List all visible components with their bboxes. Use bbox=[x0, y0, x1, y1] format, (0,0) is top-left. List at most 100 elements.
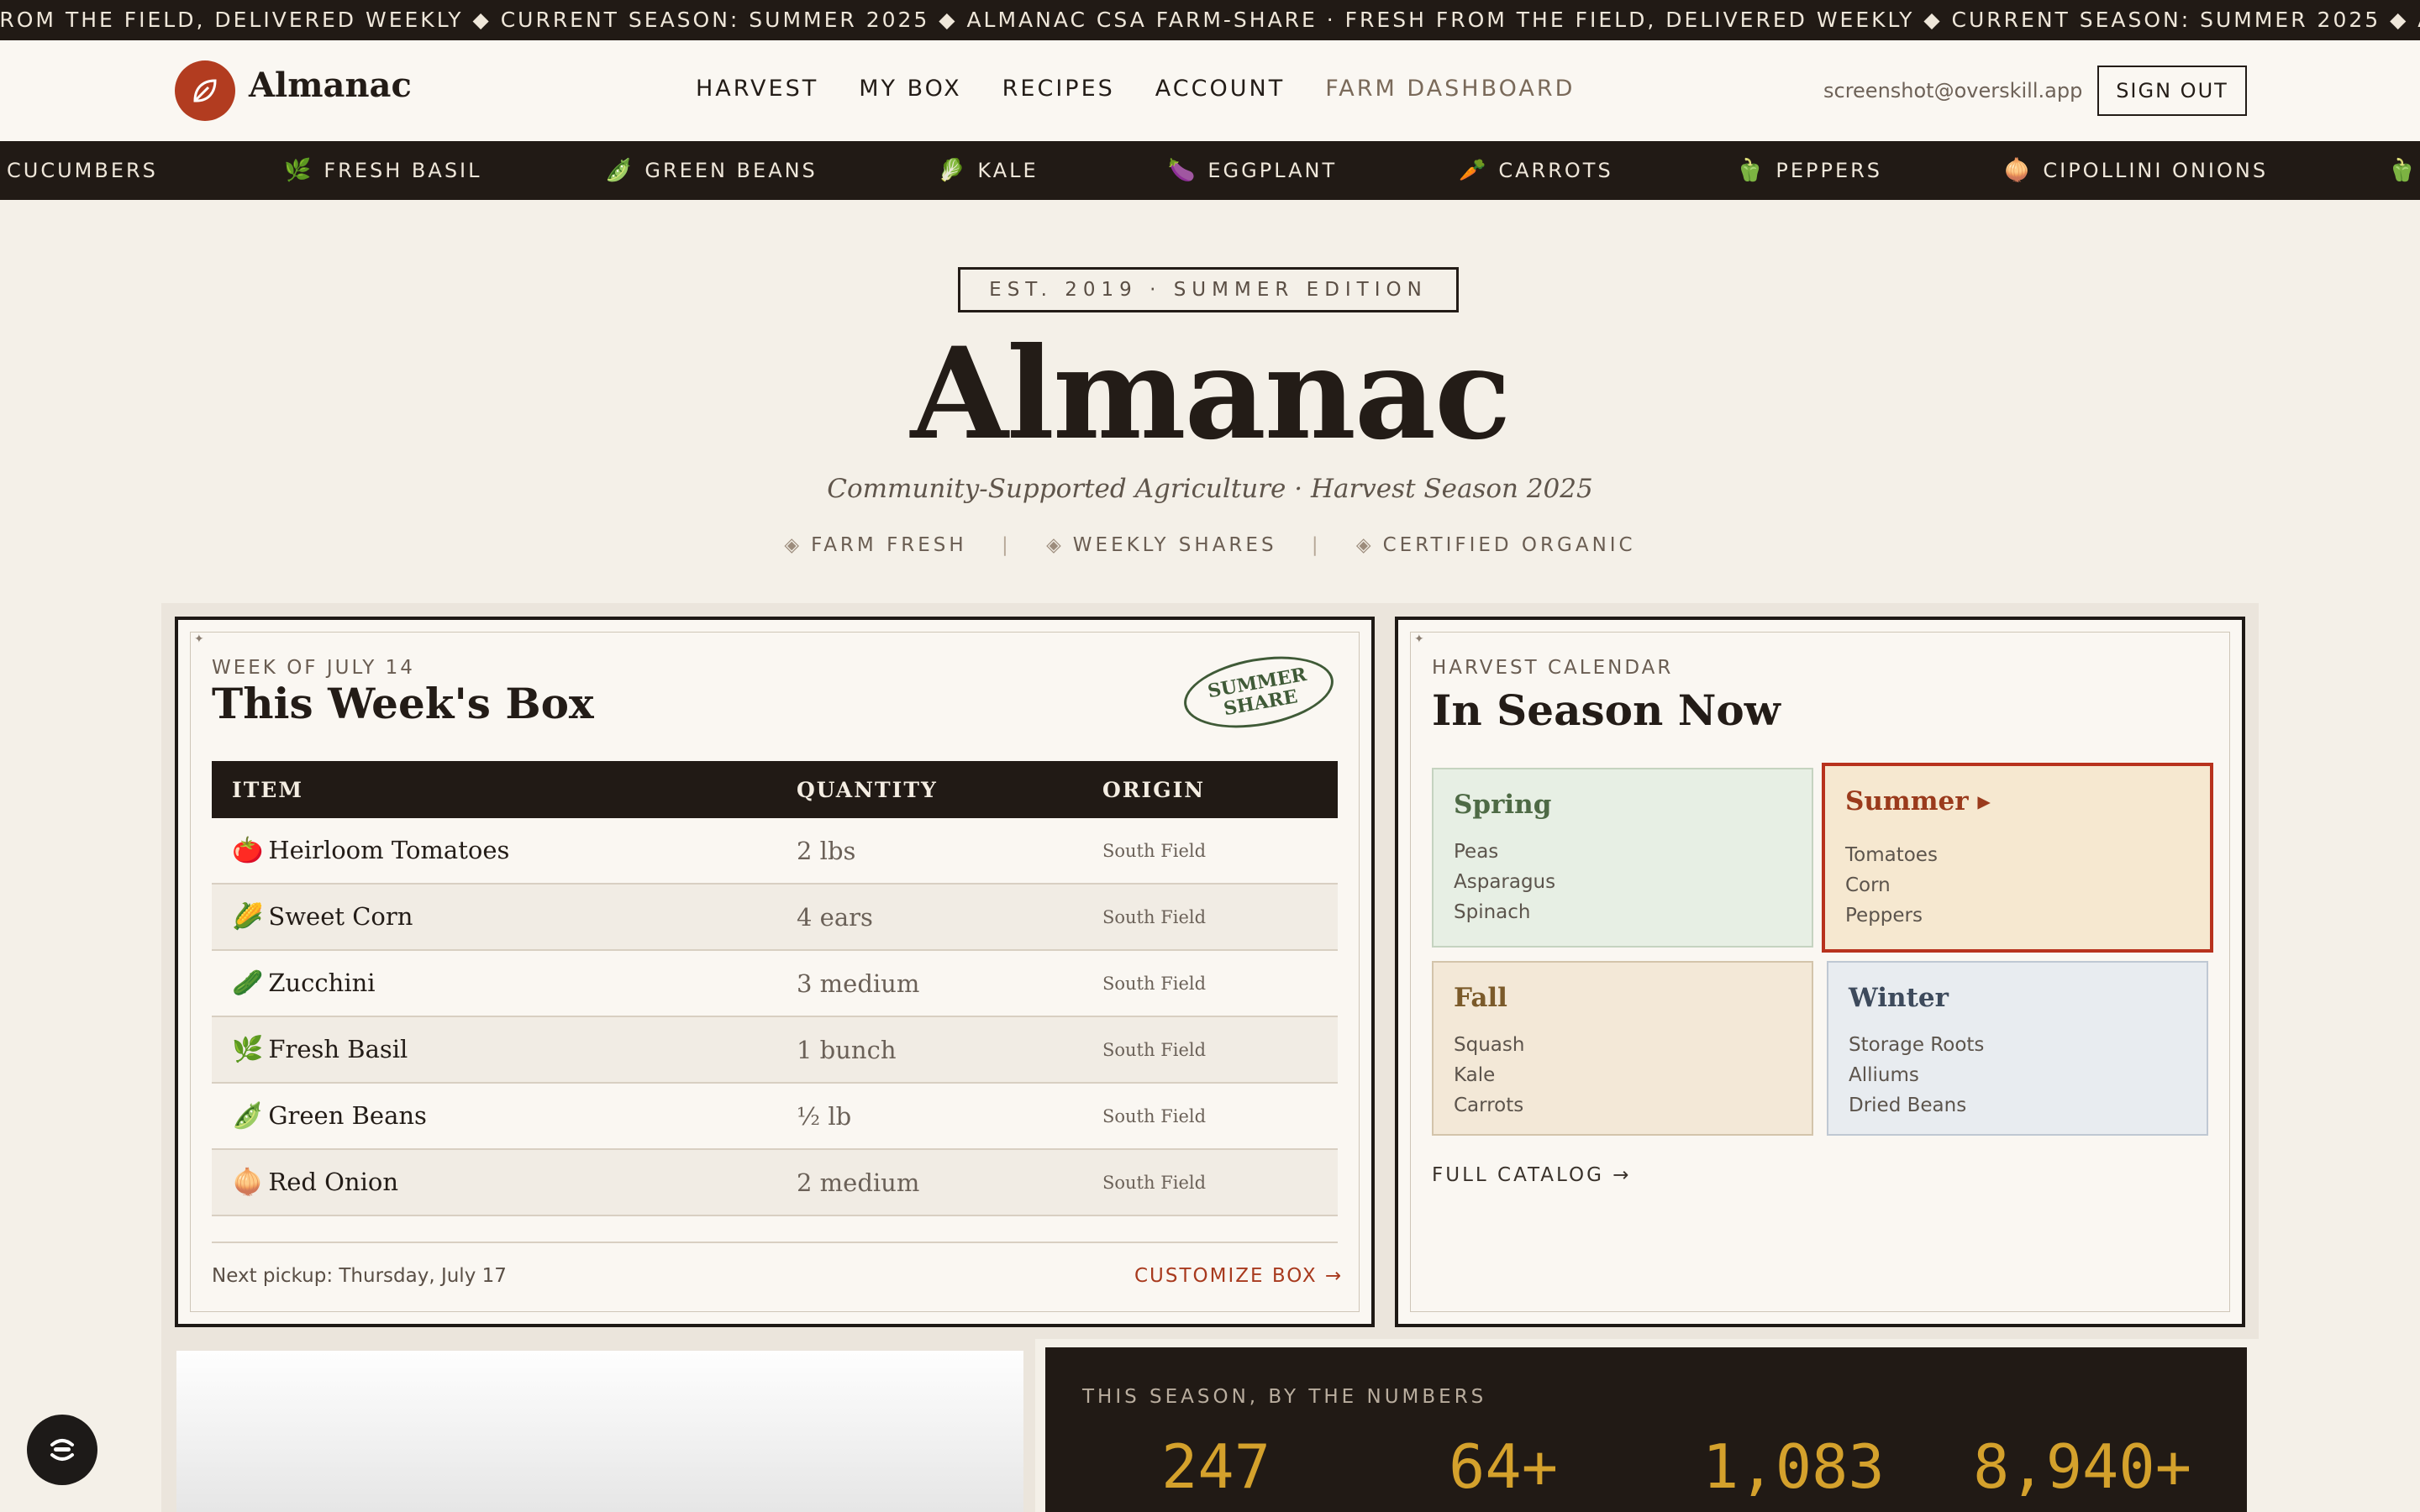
item-quantity: 4 ears bbox=[776, 884, 1082, 951]
onion-icon: 🧅 bbox=[232, 1168, 264, 1197]
season-item: Corn bbox=[1845, 874, 1891, 896]
table-row[interactable]: 🧅 Red Onion 2 medium South Field bbox=[212, 1149, 1338, 1216]
produce-label: CIPOLLINI ONIONS bbox=[2043, 159, 2269, 182]
item-name: Zucchini bbox=[268, 969, 376, 997]
main-nav: HARVEST MY BOX RECIPES ACCOUNT FARM DASH… bbox=[696, 76, 1615, 102]
leaf-logo-icon[interactable] bbox=[175, 60, 235, 121]
produce-ticker: CUCUMBERS 🌿 FRESH BASIL 🫛 GREEN BEANS 🥬 KAL… bbox=[0, 141, 2420, 200]
column-header-origin: ORIGIN bbox=[1082, 761, 1338, 818]
produce-item: 🫑 bbox=[2388, 141, 2420, 200]
produce-item: CUCUMBERS bbox=[7, 141, 158, 200]
season-item: Peas bbox=[1454, 841, 1499, 863]
item-origin: South Field bbox=[1082, 1016, 1338, 1084]
season-item: Alliums bbox=[1849, 1064, 1919, 1086]
corner-ornament-icon: ✦ bbox=[1414, 633, 1424, 646]
table-row[interactable]: 🌿 Fresh Basil 1 bunch South Field bbox=[212, 1016, 1338, 1084]
table-row[interactable]: 🫛 Green Beans ½ lb South Field bbox=[212, 1083, 1338, 1150]
onion-icon: 🧅 bbox=[2003, 158, 2033, 183]
help-chat-button[interactable] bbox=[27, 1415, 97, 1485]
season-item: Kale bbox=[1454, 1064, 1496, 1086]
season-name: Spring bbox=[1454, 790, 1552, 820]
sign-out-button[interactable]: SIGN OUT bbox=[2097, 66, 2247, 116]
feature-badges: ◈ FARM FRESH | ◈ WEEKLY SHARES | ◈ CERTIFIE… bbox=[0, 534, 2420, 556]
season-card-summer[interactable]: Summer ▸ Tomatoes Corn Peppers bbox=[1822, 763, 2213, 953]
item-origin: South Field bbox=[1082, 1083, 1338, 1150]
nav-recipes[interactable]: RECIPES bbox=[1002, 76, 1115, 102]
item-quantity: 2 lbs bbox=[776, 818, 1082, 885]
user-email: screenshot@overskill.app bbox=[1823, 79, 2083, 102]
produce-label: FRESH BASIL bbox=[324, 159, 482, 182]
column-header-item: ITEM bbox=[212, 761, 776, 818]
edition-badge: EST. 2019 · SUMMER EDITION bbox=[958, 267, 1459, 312]
produce-label: KALE bbox=[977, 159, 1039, 182]
season-item: Spinach bbox=[1454, 901, 1531, 923]
table-row[interactable]: 🥒 Zucchini 3 medium South Field bbox=[212, 950, 1338, 1017]
season-items: Squash Kale Carrots bbox=[1454, 1030, 1524, 1121]
season-name: Winter bbox=[1849, 983, 1949, 1013]
season-name: Summer ▸ bbox=[1845, 786, 1991, 816]
carrot-icon: 🥕 bbox=[1459, 158, 1489, 183]
box-items-table: ITEM QUANTITY ORIGIN 🍅 Heirloom Tomatoes … bbox=[212, 761, 1338, 1216]
item-name: Sweet Corn bbox=[268, 902, 413, 931]
farm-photo bbox=[176, 1351, 1023, 1512]
produce-item: 🫛 GREEN BEANS bbox=[605, 141, 818, 200]
season-item: Asparagus bbox=[1454, 871, 1556, 893]
calendar-title: In Season Now bbox=[1432, 685, 1781, 735]
item-name: Fresh Basil bbox=[268, 1035, 408, 1063]
box-week-label: WEEK OF JULY 14 bbox=[212, 657, 415, 679]
produce-label: EGGPLANT bbox=[1207, 159, 1338, 182]
brand-name[interactable]: Almanac bbox=[249, 66, 412, 105]
season-name: Fall bbox=[1454, 983, 1507, 1013]
full-catalog-link[interactable]: FULL CATALOG → bbox=[1432, 1164, 1632, 1186]
produce-item: 🥕 CARROTS bbox=[1459, 141, 1613, 200]
stat-value: 1,083 bbox=[1702, 1431, 1885, 1502]
badge-certified-organic: CERTIFIED ORGANIC bbox=[1382, 534, 1636, 556]
season-items: Storage Roots Alliums Dried Beans bbox=[1849, 1030, 1984, 1121]
stat-value: 64+ bbox=[1449, 1431, 1559, 1502]
season-item: Tomatoes bbox=[1845, 844, 1938, 866]
next-pickup-text: Next pickup: Thursday, July 17 bbox=[212, 1265, 507, 1287]
season-item: Storage Roots bbox=[1849, 1034, 1985, 1056]
season-card-fall[interactable]: Fall Squash Kale Carrots bbox=[1432, 961, 1813, 1136]
item-origin: South Field bbox=[1082, 818, 1338, 885]
season-item: Peppers bbox=[1845, 905, 1923, 927]
nav-my-box[interactable]: MY BOX bbox=[859, 76, 961, 102]
announcement-marquee: FROM THE FIELD, DELIVERED WEEKLY ◆ CURRE… bbox=[0, 0, 2420, 40]
nav-harvest[interactable]: HARVEST bbox=[696, 76, 818, 102]
hero-title: Almanac bbox=[910, 320, 1512, 468]
table-row[interactable]: 🍅 Heirloom Tomatoes 2 lbs South Field bbox=[212, 818, 1338, 885]
customize-box-link[interactable]: CUSTOMIZE BOX → bbox=[1134, 1265, 1343, 1287]
corn-icon: 🌽 bbox=[232, 902, 264, 932]
item-origin: South Field bbox=[1082, 1149, 1338, 1216]
table-header-row: ITEM QUANTITY ORIGIN bbox=[212, 761, 1338, 818]
box-title: This Week's Box bbox=[212, 679, 594, 728]
pepper-icon: 🫑 bbox=[1736, 158, 1766, 183]
stats-eyebrow: THIS SEASON, BY THE NUMBERS bbox=[1082, 1386, 1487, 1408]
item-quantity: ½ lb bbox=[776, 1083, 1082, 1150]
season-item: Carrots bbox=[1454, 1095, 1524, 1116]
season-card-spring[interactable]: Spring Peas Asparagus Spinach bbox=[1432, 768, 1813, 948]
pepper-icon: 🫑 bbox=[2388, 158, 2418, 183]
nav-farm-dashboard[interactable]: FARM DASHBOARD bbox=[1325, 76, 1575, 102]
divider: | bbox=[1311, 534, 1322, 556]
stat-value: 247 bbox=[1161, 1431, 1271, 1502]
produce-label: GREEN BEANS bbox=[644, 159, 818, 182]
produce-label: PEPPERS bbox=[1776, 159, 1883, 182]
produce-label: CUCUMBERS bbox=[7, 159, 158, 182]
divider bbox=[212, 1242, 1338, 1243]
season-card-winter[interactable]: Winter Storage Roots Alliums Dried Beans bbox=[1827, 961, 2208, 1136]
calendar-eyebrow: HARVEST CALENDAR bbox=[1432, 657, 1674, 679]
item-origin: South Field bbox=[1082, 950, 1338, 1017]
basil-icon: 🌿 bbox=[232, 1035, 264, 1064]
chat-icon bbox=[50, 1439, 74, 1461]
produce-item: 🌿 FRESH BASIL bbox=[284, 141, 482, 200]
diamond-icon: ◈ bbox=[784, 534, 803, 556]
produce-item: 🧅 CIPOLLINI ONIONS bbox=[2003, 141, 2268, 200]
kale-icon: 🥬 bbox=[938, 158, 968, 183]
table-row[interactable]: 🌽 Sweet Corn 4 ears South Field bbox=[212, 884, 1338, 951]
item-quantity: 1 bunch bbox=[776, 1016, 1082, 1084]
green-beans-icon: 🫛 bbox=[232, 1101, 264, 1131]
corner-ornament-icon: ✦ bbox=[194, 633, 204, 646]
badge-weekly-shares: WEEKLY SHARES bbox=[1072, 534, 1277, 556]
nav-account[interactable]: ACCOUNT bbox=[1155, 76, 1285, 102]
